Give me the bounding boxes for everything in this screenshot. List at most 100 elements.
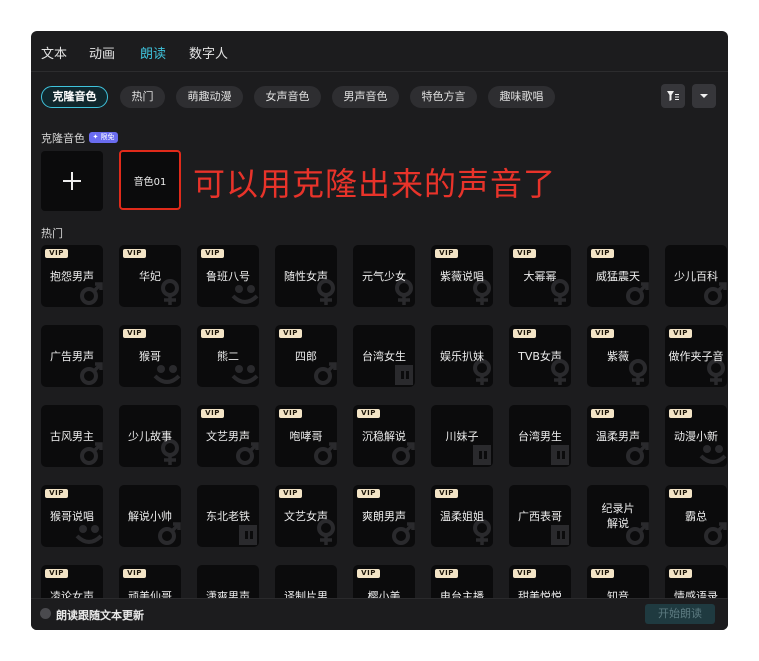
start-reading-button[interactable]: 开始朗读 (645, 604, 715, 624)
filter-male-voice[interactable]: 男声音色 (332, 86, 399, 108)
voice-card[interactable]: VIP 温柔男声 (587, 405, 649, 467)
voice-name: 元气少女 (362, 269, 406, 283)
voice-name: 随性女声 (284, 269, 328, 283)
voice-card[interactable]: 潇爽男声 (197, 565, 259, 598)
filter-dialect[interactable]: 特色方言 (410, 86, 477, 108)
voice-card[interactable]: 广西表哥 (509, 485, 571, 547)
voice-name: 广西表哥 (518, 509, 562, 523)
voice-card[interactable]: 台湾女生 (353, 325, 415, 387)
voice-name: 东北老铁 (206, 509, 250, 523)
voice-card[interactable]: 少儿百科 (665, 245, 727, 307)
filter-hot[interactable]: 热门 (120, 86, 165, 108)
voice-name: 广告男声 (50, 349, 94, 363)
voice-name: 猴哥 (139, 349, 161, 363)
voice-card[interactable]: VIP 鲁班八号 (197, 245, 259, 307)
voice-card[interactable]: 东北老铁 (197, 485, 259, 547)
voice-name: 少儿百科 (674, 269, 718, 283)
cloned-voice-card[interactable]: 音色01 (119, 150, 181, 210)
follow-text-checkbox[interactable] (40, 608, 51, 619)
voice-card[interactable]: VIP 温柔姐姐 (431, 485, 493, 547)
tab-bar: 文本 动画 朗读 数字人 (31, 31, 728, 72)
voice-name: 古风男主 (50, 429, 94, 443)
voice-name: 文艺男声 (206, 429, 250, 443)
voice-name: TVB女声 (518, 349, 562, 363)
voice-card[interactable]: VIP TVB女声 (509, 325, 571, 387)
voice-card[interactable]: VIP 知音 (587, 565, 649, 598)
voice-name: 抱怨男声 (50, 269, 94, 283)
voice-card[interactable]: VIP 樱小美 (353, 565, 415, 598)
text-to-speech-panel: 文本 动画 朗读 数字人 克隆音色 热门 萌趣动漫 女声音色 男声音色 特色方言… (31, 31, 728, 630)
tab-animation[interactable]: 动画 (89, 43, 115, 62)
voice-card[interactable]: VIP 做作夹子音 (665, 325, 727, 387)
voice-grid: VIP 抱怨男声 VIP 华妃 VIP 鲁班八号 随性女声 元气少女 VIP 紫薇说唱 VIP 大幂幂… (31, 241, 728, 598)
voice-card[interactable]: VIP 沉稳解说 (353, 405, 415, 467)
voice-card[interactable]: VIP 威猛震天 (587, 245, 649, 307)
voice-card[interactable]: VIP 顽美仙哥 (119, 565, 181, 598)
voice-card[interactable]: VIP 紫薇说唱 (431, 245, 493, 307)
voice-name: 紫薇 (607, 349, 629, 363)
voice-card[interactable]: VIP 文艺男声 (197, 405, 259, 467)
voice-name: 文艺女声 (284, 509, 328, 523)
chevron-down-icon (700, 94, 708, 98)
voice-name: 咆哮哥 (289, 429, 323, 443)
voice-card[interactable]: 少儿故事 (119, 405, 181, 467)
voice-name: 少儿故事 (128, 429, 172, 443)
filter-cute-anime[interactable]: 萌趣动漫 (176, 86, 243, 108)
voice-card[interactable]: VIP 抱怨男声 (41, 245, 103, 307)
voice-name: 顽美仙哥 (128, 589, 172, 599)
filter-sort-button[interactable] (661, 84, 685, 108)
annotation-text: 可以用克隆出来的声音了 (193, 165, 557, 203)
voice-card[interactable]: VIP 猴哥说唱 (41, 485, 103, 547)
follow-text-label: 朗读跟随文本更新 (56, 609, 144, 622)
voice-name: 潇爽男声 (206, 589, 250, 599)
voice-name: 动漫小新 (674, 429, 718, 443)
voice-name: 温柔男声 (596, 429, 640, 443)
voice-card[interactable]: 纪录片 解说 (587, 485, 649, 547)
voice-card[interactable]: VIP 文艺女声 (275, 485, 337, 547)
voice-card[interactable]: VIP 动漫小新 (665, 405, 727, 467)
voice-card[interactable]: 广告男声 (41, 325, 103, 387)
tab-digital-human[interactable]: 数字人 (189, 43, 228, 62)
add-clone-voice-button[interactable] (41, 151, 103, 211)
voice-name: 威猛震天 (596, 269, 640, 283)
voice-card[interactable]: VIP 猴哥 (119, 325, 181, 387)
voice-name: 纪录片 解说 (601, 502, 635, 530)
voice-name: 甜美悦悦 (518, 589, 562, 599)
voice-card[interactable]: VIP 紫薇 (587, 325, 649, 387)
voice-name: 情感语录 (674, 589, 718, 599)
voice-card[interactable]: VIP 霸总 (665, 485, 727, 547)
voice-card[interactable]: 川妹子 (431, 405, 493, 467)
footer-bar: 朗读跟随文本更新 开始朗读 (31, 598, 728, 630)
voice-card[interactable]: VIP 咆哮哥 (275, 405, 337, 467)
voice-card[interactable]: VIP 华妃 (119, 245, 181, 307)
voice-card[interactable]: VIP 情感语录 (665, 565, 727, 598)
voice-name: 霸总 (685, 509, 707, 523)
tab-text[interactable]: 文本 (41, 43, 67, 62)
voice-card[interactable]: 译制片男 (275, 565, 337, 598)
voice-name: 电台主播 (440, 589, 484, 599)
voice-name: 知音 (607, 589, 629, 599)
filter-singing[interactable]: 趣味歌唱 (488, 86, 555, 108)
voice-card[interactable]: VIP 大幂幂 (509, 245, 571, 307)
filter-icon (667, 91, 679, 101)
voice-card[interactable]: VIP 甜美悦悦 (509, 565, 571, 598)
voice-card[interactable]: 元气少女 (353, 245, 415, 307)
voice-card[interactable]: VIP 爽朗男声 (353, 485, 415, 547)
voice-card[interactable]: 娱乐扒妹 (431, 325, 493, 387)
dropdown-button[interactable] (692, 84, 716, 108)
voice-name: 猴哥说唱 (50, 509, 94, 523)
voice-card[interactable]: 解说小帅 (119, 485, 181, 547)
free-badge: ✦ 限免 (89, 132, 118, 143)
voice-card[interactable]: VIP 电台主播 (431, 565, 493, 598)
filter-clone-voice[interactable]: 克隆音色 (41, 86, 108, 108)
tab-read-aloud[interactable]: 朗读 (140, 43, 166, 62)
voice-card[interactable]: 古风男主 (41, 405, 103, 467)
voice-card[interactable]: VIP 熊二 (197, 325, 259, 387)
clone-section-title: 克隆音色 (41, 132, 85, 145)
filter-female-voice[interactable]: 女声音色 (254, 86, 321, 108)
voice-card[interactable]: 随性女声 (275, 245, 337, 307)
voice-card[interactable]: VIP 四郎 (275, 325, 337, 387)
voice-card[interactable]: 台湾男生 (509, 405, 571, 467)
voice-card[interactable]: VIP 凌论女声 (41, 565, 103, 598)
voice-name: 熊二 (217, 349, 239, 363)
